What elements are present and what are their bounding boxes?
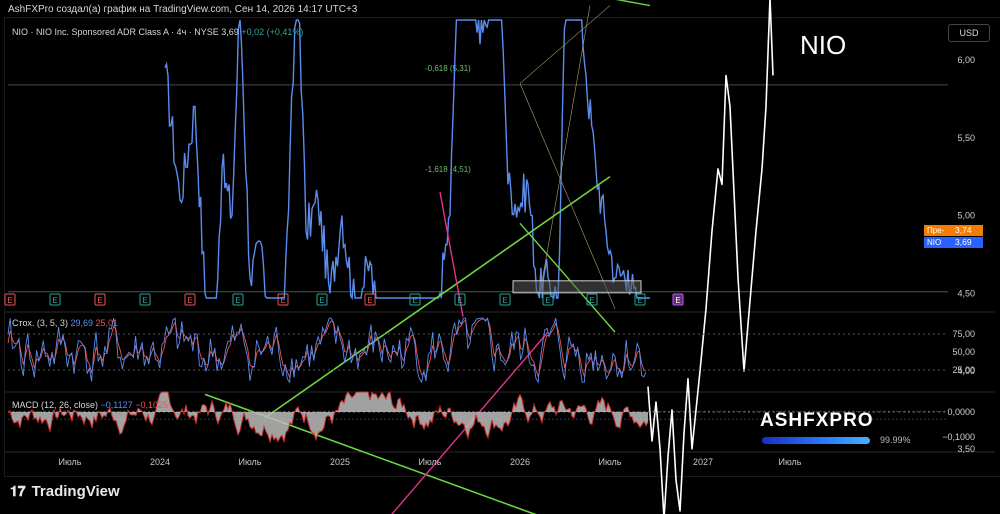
- top-trendline: [615, 0, 651, 7]
- last-price: 3,69: [951, 237, 983, 248]
- earnings-marker-label: E: [545, 296, 550, 305]
- brand-percent: 99.99%: [880, 435, 911, 445]
- macd-signal-value: −0,1025: [135, 400, 168, 410]
- stoch-d-value: 25,01: [95, 318, 119, 328]
- earnings-marker: E: [139, 293, 151, 306]
- stoch-axis-label: 75,00: [952, 329, 975, 339]
- earnings-marker: E: [454, 293, 466, 306]
- earnings-marker-label: E: [97, 296, 102, 305]
- channel-trendline: [519, 222, 616, 333]
- price-line: [164, 19, 650, 301]
- earnings-marker: E: [184, 293, 196, 306]
- earnings-marker-label: E: [457, 296, 462, 305]
- stoch-name: Стох. (3, 5, 3): [12, 318, 68, 328]
- tradingview-logo[interactable]: 𝟏𝟕 TradingView: [10, 483, 120, 500]
- tradingview-icon: 𝟏𝟕: [10, 483, 26, 499]
- time-axis-label: Июль: [419, 457, 442, 467]
- macd-axis-label: 0,0000: [947, 407, 975, 417]
- brand-progress-bar: [762, 437, 870, 444]
- earnings-marker: E: [277, 293, 289, 306]
- fib-label-1618: -1,618 (4,51): [425, 165, 471, 174]
- earnings-marker: E: [49, 293, 61, 306]
- symbol-legend[interactable]: NIO · NIO Inc. Sponsored ADR Class A · 4…: [12, 27, 303, 37]
- price-axis-label: 5,50: [957, 133, 975, 143]
- price-axis-label: 5,00: [957, 211, 975, 221]
- time-axis-label: Июль: [779, 457, 802, 467]
- earnings-marker: E: [499, 293, 511, 306]
- time-axis-label: 2025: [330, 457, 350, 467]
- stoch-axis-label: 50,00: [952, 347, 975, 357]
- earnings-marker: E: [316, 293, 328, 306]
- macd-legend[interactable]: MACD (12, 26, close) −0,1127 −0,1025: [12, 400, 168, 410]
- earnings-marker-label: E: [412, 296, 417, 305]
- earnings-marker-label: E: [589, 296, 594, 305]
- time-axis-label: Июль: [239, 457, 262, 467]
- earnings-marker-label: E: [675, 296, 680, 305]
- earnings-marker: E: [634, 293, 646, 306]
- price-axis-label: 4,50: [957, 288, 975, 298]
- earnings-marker-label: E: [637, 296, 642, 305]
- time-axis-label: 2027: [693, 457, 713, 467]
- price-axis-label: 6,00: [957, 55, 975, 65]
- tradingview-wordmark: TradingView: [31, 483, 120, 500]
- time-axis-label: 2024: [150, 457, 170, 467]
- projected-path: [647, 0, 774, 514]
- earnings-marker-label: E: [142, 296, 147, 305]
- earnings-marker: E: [364, 293, 376, 306]
- brand-name: ASHFXPRO: [760, 410, 874, 431]
- earnings-marker: E: [409, 293, 421, 306]
- earnings-marker: E: [94, 293, 106, 306]
- fib-ray: [539, 5, 591, 294]
- time-axis-label: Июль: [599, 457, 622, 467]
- pre-market-tag: Пре-: [924, 225, 951, 236]
- earnings-marker-label: E: [52, 296, 57, 305]
- pre-market-price: 3,74: [951, 225, 983, 236]
- fib-ray: [519, 5, 611, 84]
- earnings-marker-label: E: [319, 296, 324, 305]
- earnings-marker: E: [4, 293, 16, 306]
- macd-value: −0,1127: [100, 400, 133, 410]
- zone-box: [512, 280, 642, 294]
- earnings-marker-label: E: [187, 296, 192, 305]
- macd-axis-label: −0,1000: [942, 432, 975, 442]
- macd-name: MACD (12, 26, close): [12, 400, 99, 410]
- earnings-marker-label: E: [367, 296, 372, 305]
- stoch-legend[interactable]: Стох. (3, 5, 3) 29,69 25,01: [12, 318, 118, 328]
- stoch-axis-label: 25,00: [952, 365, 975, 375]
- currency-selector[interactable]: USD: [948, 24, 990, 42]
- earnings-marker-label: E: [502, 296, 507, 305]
- last-price-tag: NIO: [924, 237, 951, 248]
- fib-ray: [519, 83, 616, 309]
- earnings-marker: E: [586, 293, 598, 306]
- earnings-marker-label: E: [235, 296, 240, 305]
- stoch-k-value: 29,69: [70, 318, 93, 328]
- earnings-marker-label: E: [7, 296, 12, 305]
- earnings-marker-label: E: [280, 296, 285, 305]
- time-axis-label: 2026: [510, 457, 530, 467]
- symbol-change: +0,02 (+0,41%): [241, 27, 304, 37]
- earnings-marker: E: [232, 293, 244, 306]
- fib-label-0618: -0,618 (5,31): [425, 64, 471, 73]
- earnings-marker-future: E: [672, 293, 684, 306]
- price-axis-label: 3,50: [957, 444, 975, 454]
- overlay-title: NIO: [800, 30, 847, 60]
- time-axis-label: Июль: [59, 457, 82, 467]
- symbol-price: 3,69: [221, 27, 239, 37]
- symbol-name: NIO · NIO Inc. Sponsored ADR Class A · 4…: [12, 27, 219, 37]
